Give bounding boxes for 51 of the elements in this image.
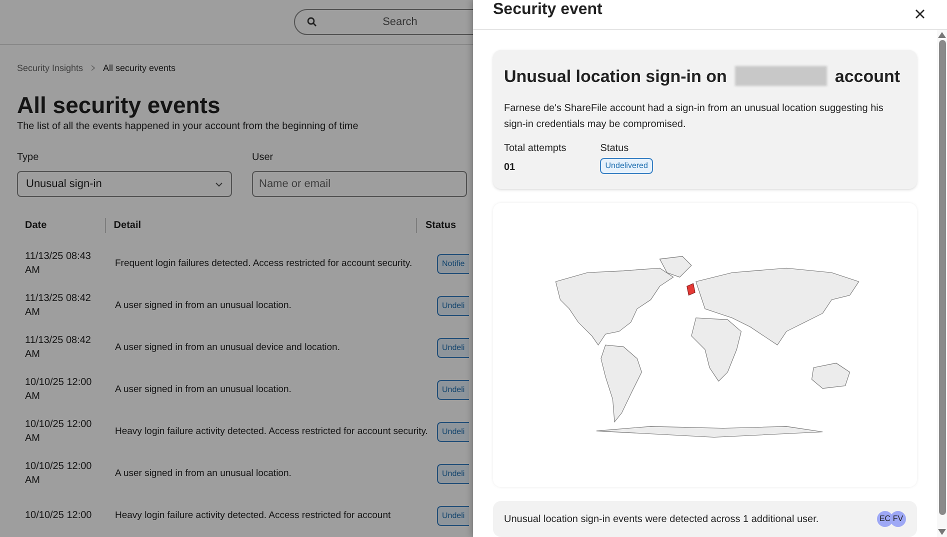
status-tag: Notifie bbox=[437, 254, 469, 274]
type-dropdown[interactable]: Unusual sign-in bbox=[17, 171, 232, 197]
date-cell-text: 10/10/25 12:00 bbox=[24, 509, 93, 523]
page-title: All security events bbox=[17, 91, 222, 119]
search-icon bbox=[307, 16, 317, 27]
event-description: Farnese de's ShareFile account had a sign-in from an unusual location suggesting his sign-in credentials may be compromised. bbox=[504, 102, 884, 132]
panel-title: Security event bbox=[493, 0, 602, 20]
event-title: account bbox=[834, 66, 900, 88]
detail-cell-text: A user signed in from an unusual location. bbox=[114, 467, 292, 481]
column-header: Date bbox=[24, 218, 48, 232]
status-tag: Undeli bbox=[437, 506, 469, 526]
close-icon bbox=[915, 9, 925, 20]
scrollbar[interactable] bbox=[937, 30, 947, 537]
detail-cell-text: A user signed in from an unusual location. bbox=[114, 299, 292, 313]
detail-cell-text: Heavy login failure activity detected. Access restricted for account security. bbox=[114, 425, 429, 439]
column-header: Status bbox=[416, 218, 456, 232]
scroll-down-icon bbox=[938, 529, 946, 535]
detail-cell-text: Frequent login failures detected. Access restricted for account security. bbox=[114, 257, 414, 271]
page-subtitle: The list of all the events happened in your account from the beginning of time bbox=[17, 120, 360, 134]
date-cell-text: 11/13/25 08:42 AM bbox=[24, 334, 92, 362]
search-field[interactable]: Search bbox=[294, 8, 473, 35]
breadcrumb-current: All security events bbox=[103, 62, 176, 75]
column-header: Detail bbox=[104, 218, 416, 232]
date-cell-text: 10/10/25 12:00 AM bbox=[24, 376, 93, 404]
search-input[interactable]: Search bbox=[325, 14, 473, 30]
scroll-up-icon bbox=[938, 32, 946, 38]
date-cell-text: 11/13/25 08:43 AM bbox=[24, 250, 92, 278]
status-tag: Undeli bbox=[437, 380, 469, 400]
footer-text: Unusual location sign-in events were detected across 1 additional user. bbox=[504, 512, 819, 526]
attempts-label: Total attempts bbox=[504, 142, 566, 156]
date-cell-text: 11/13/25 08:42 AM bbox=[24, 292, 92, 320]
chevron-down-icon bbox=[215, 182, 223, 186]
breadcrumb-link[interactable]: Security Insights bbox=[17, 62, 84, 75]
status-tag: Undeli bbox=[437, 338, 469, 358]
status-tag: Undeli bbox=[437, 296, 469, 316]
event-title: Unusual location sign-in on bbox=[504, 66, 727, 88]
attempts-value: 01 bbox=[504, 161, 516, 175]
date-cell-text: 10/10/25 12:00 AM bbox=[24, 418, 93, 446]
user-label: User bbox=[252, 151, 274, 165]
detail-cell-text: A user signed in from an unusual location. bbox=[114, 383, 292, 397]
detail-cell-text: A user signed in from an unusual device and location. bbox=[114, 341, 341, 355]
status-tag: Undelivered bbox=[600, 158, 653, 174]
chevron-right-icon bbox=[91, 65, 96, 72]
status-tag: Undeli bbox=[437, 422, 469, 442]
user-field[interactable]: Name or email bbox=[252, 171, 467, 197]
date-cell-text: 10/10/25 12:00 AM bbox=[24, 460, 93, 488]
user-avatar: FV bbox=[890, 511, 906, 527]
detail-cell-text: Heavy login failure activity detected. Access restricted for account bbox=[114, 509, 392, 523]
status-tag: Undeli bbox=[437, 464, 469, 484]
status-label: Status bbox=[600, 142, 629, 156]
type-label: Type bbox=[17, 151, 40, 165]
